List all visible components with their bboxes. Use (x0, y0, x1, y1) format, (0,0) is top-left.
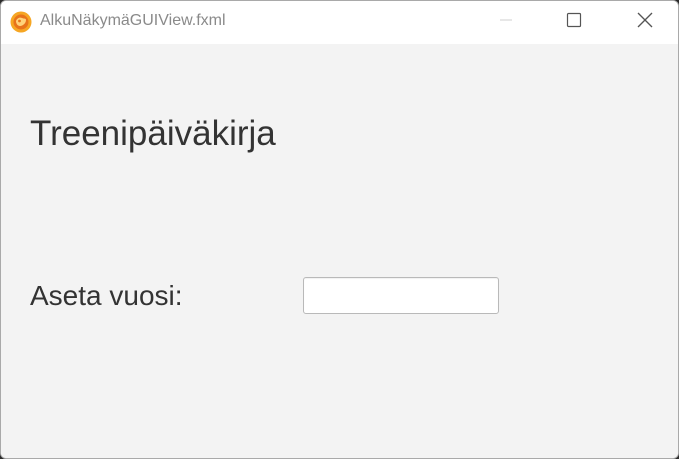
minimize-icon (498, 12, 514, 33)
maximize-button[interactable] (551, 1, 597, 44)
year-input[interactable] (303, 277, 499, 314)
page-title: Treenipäiväkirja (30, 114, 276, 153)
title-bar[interactable]: AlkuNäkymäGUIView.fxml (1, 1, 678, 44)
minimize-button[interactable] (483, 1, 529, 44)
app-window: AlkuNäkymäGUIView.fxml Treenipäiväkirja … (0, 0, 679, 459)
close-icon (636, 11, 654, 34)
maximize-icon (566, 12, 582, 33)
year-label: Aseta vuosi: (30, 280, 183, 311)
close-button[interactable] (622, 1, 668, 44)
window-title: AlkuNäkymäGUIView.fxml (40, 12, 226, 29)
main-content: Treenipäiväkirja Aseta vuosi: (1, 44, 678, 458)
app-icon (10, 11, 32, 33)
